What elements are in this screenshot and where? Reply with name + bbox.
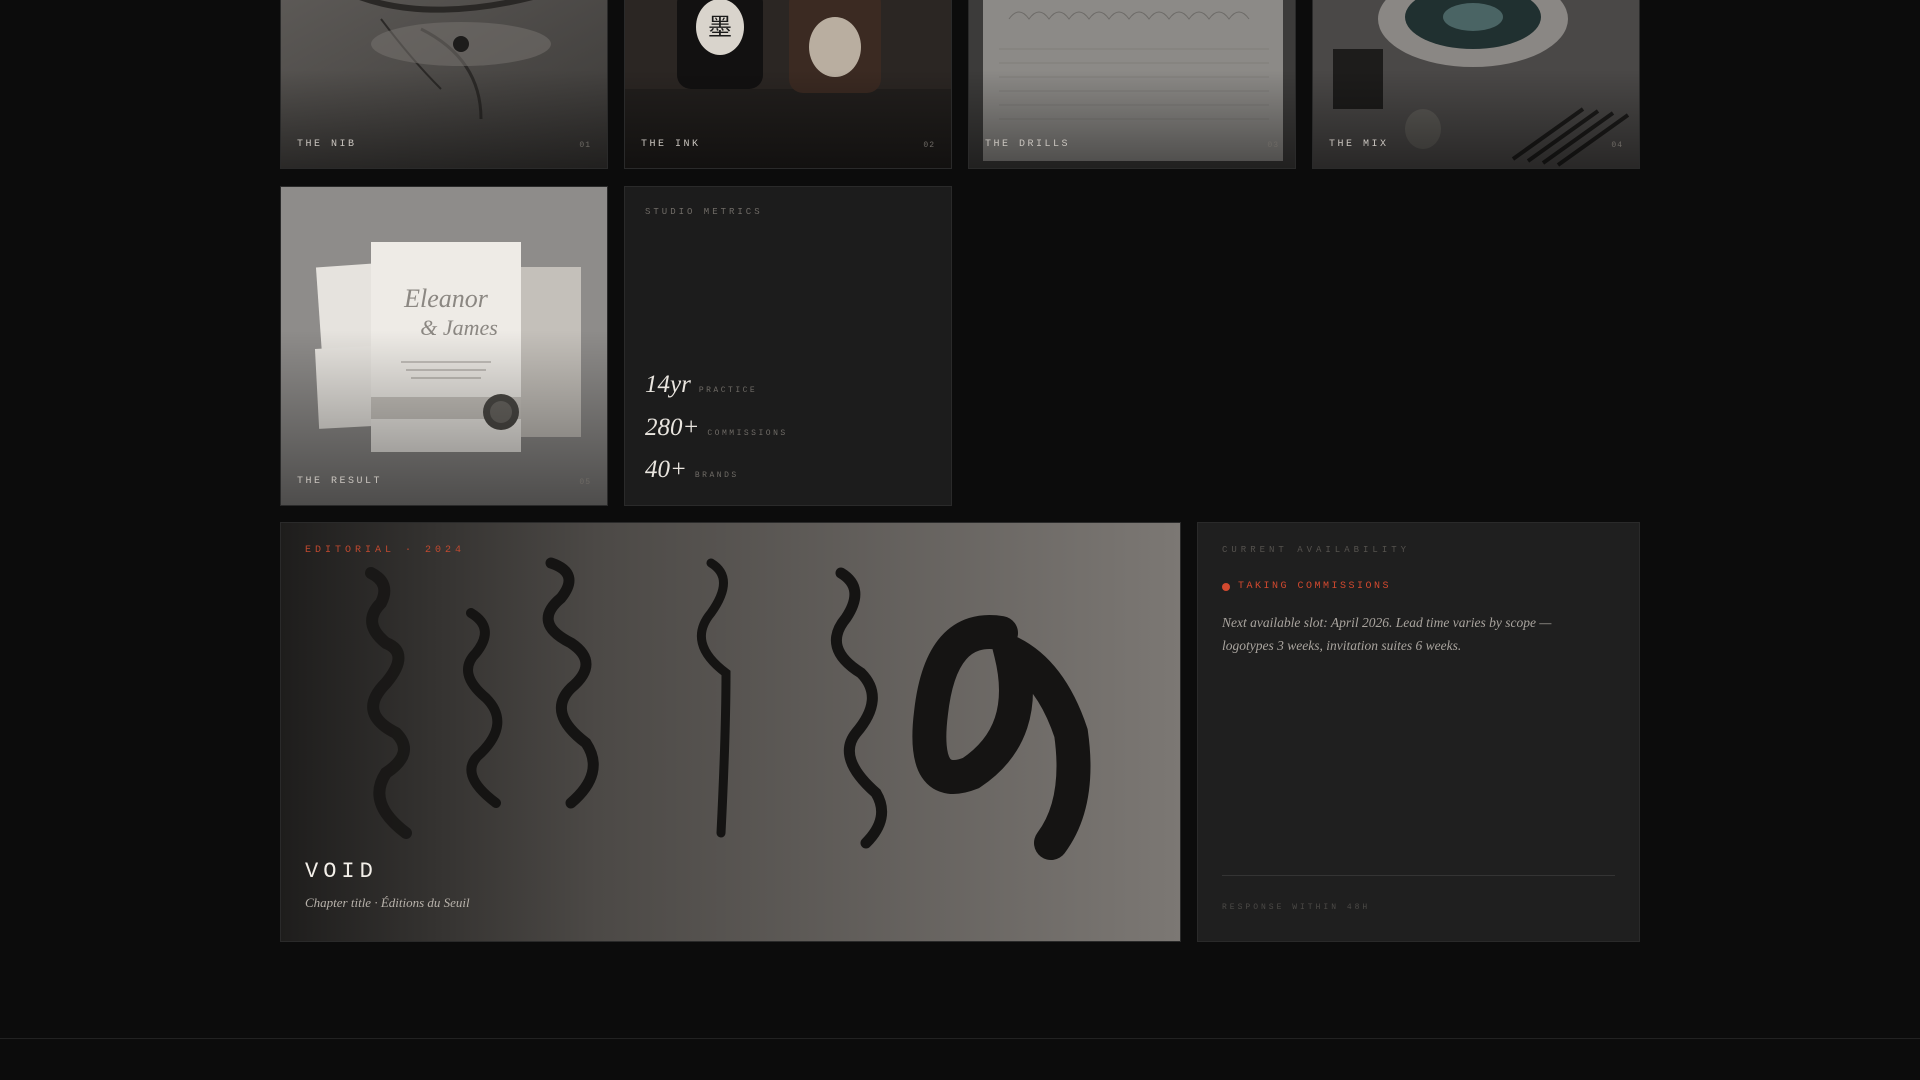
gallery-tile-nib[interactable]: THE NIB 01 <box>280 0 608 169</box>
metric-brands: 40+ BRANDS <box>645 456 739 484</box>
calligraphy-artwork <box>281 523 1180 941</box>
studio-metrics-panel: STUDIO METRICS 14yr PRACTICE 280+ COMMIS… <box>624 186 952 506</box>
featured-project-card[interactable]: EDITORIAL · 2024 VOID Chapter title · Éd… <box>280 522 1181 942</box>
tile-caption: THE RESULT <box>297 476 383 487</box>
tile-caption: THE INK <box>641 139 701 150</box>
gallery-tile-result[interactable]: Eleanor & James THE RESULT 05 <box>280 186 608 506</box>
feature-title: VOID <box>305 859 378 884</box>
gallery-tile-drills[interactable]: THE DRILLS 03 <box>968 0 1296 169</box>
metric-value: 14yr <box>645 371 691 398</box>
tile-index: 03 <box>1267 141 1279 150</box>
metric-practice: 14yr PRACTICE <box>645 371 757 399</box>
metric-unit: BRANDS <box>694 471 739 480</box>
metric-value: 280+ <box>645 414 700 441</box>
tile-index: 02 <box>923 141 935 150</box>
metrics-label: STUDIO METRICS <box>645 207 763 217</box>
tile-caption: THE MIX <box>1329 139 1389 150</box>
feature-subtitle: Chapter title · Éditions du Seuil <box>305 895 470 910</box>
feature-tag: EDITORIAL · 2024 <box>305 545 466 556</box>
response-time: RESPONSE WITHIN 48H <box>1222 903 1371 912</box>
metric-unit: PRACTICE <box>698 386 758 395</box>
availability-note: Next available slot: April 2026. Lead ti… <box>1222 615 1552 653</box>
metric-unit: COMMISSIONS <box>707 429 788 438</box>
availability-panel: CURRENT AVAILABILITY TAKING COMMISSIONS … <box>1197 522 1640 942</box>
metric-value: 40+ <box>645 456 687 483</box>
tile-index: 05 <box>579 478 591 487</box>
divider <box>1222 875 1615 876</box>
availability-status: TAKING COMMISSIONS <box>1222 581 1391 592</box>
availability-label: CURRENT AVAILABILITY <box>1222 545 1411 555</box>
tile-caption: THE NIB <box>297 139 357 150</box>
tile-caption: THE DRILLS <box>985 139 1071 150</box>
status-dot-icon <box>1222 582 1230 591</box>
footer-divider <box>0 1038 1920 1039</box>
tile-index: 04 <box>1611 141 1623 150</box>
status-text: TAKING COMMISSIONS <box>1238 581 1392 592</box>
gallery-tile-mix[interactable]: THE MIX 04 <box>1312 0 1640 169</box>
metric-commissions: 280+ COMMISSIONS <box>645 414 788 442</box>
gallery-tile-ink[interactable]: 墨 THE INK 02 <box>624 0 952 169</box>
tile-index: 01 <box>579 141 591 150</box>
